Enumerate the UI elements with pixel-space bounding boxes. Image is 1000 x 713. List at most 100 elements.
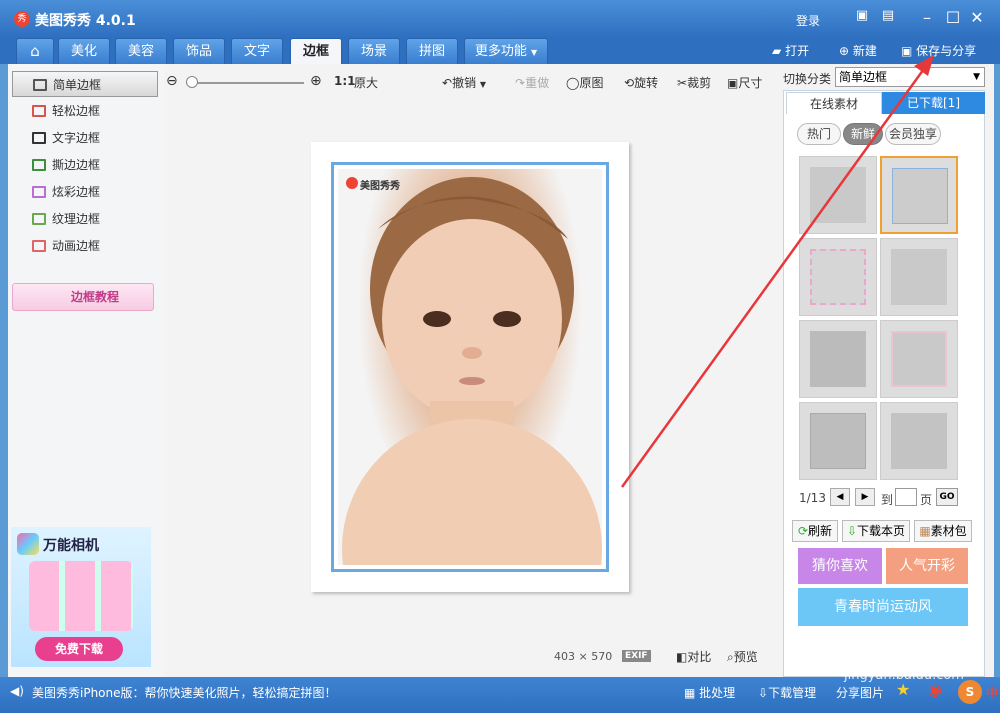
- watermark-logo-icon: [346, 177, 358, 189]
- next-page-button[interactable]: ▶: [855, 488, 875, 506]
- tab-beautify[interactable]: 美化: [58, 38, 110, 64]
- save-icon: ▣: [901, 44, 913, 58]
- download-page-label: 下载本页: [857, 524, 906, 538]
- sidebar-item-animated-frame[interactable]: 动画边框: [12, 233, 158, 259]
- download-manager-button[interactable]: ⇩下载管理: [758, 684, 816, 701]
- sogou-logo-icon[interactable]: S: [958, 680, 982, 704]
- image-height: 570: [591, 650, 613, 663]
- sidebar-item-easy-frame[interactable]: 轻松边框: [12, 98, 158, 124]
- go-button[interactable]: GO: [936, 488, 958, 506]
- circle-icon: ◯: [566, 76, 580, 90]
- sidebar-item-label: 动画边框: [52, 239, 101, 253]
- frame-icon: [32, 105, 46, 117]
- tab-collage[interactable]: 拼图: [406, 38, 458, 64]
- tab-bar: ⌂ 美化 美容 饰品 文字 边框 场景 拼图 更多功能 ▼ ▰ 打开 ⊕ 新建 …: [0, 38, 1000, 64]
- banner-youth-sports[interactable]: 青春时尚运动风: [798, 588, 968, 626]
- frame-icon: [32, 159, 46, 171]
- maximize-icon[interactable]: ☐: [942, 8, 964, 27]
- tab-downloaded[interactable]: 已下载[1]: [882, 92, 985, 114]
- sidebar-item-simple-frame[interactable]: 简单边框: [12, 71, 158, 97]
- minimize-icon[interactable]: –: [916, 8, 938, 27]
- skin-icon[interactable]: ▤: [877, 8, 899, 23]
- undo-label: 撤销: [452, 76, 477, 90]
- sidebar-item-texture-frame[interactable]: 纹理边框: [12, 206, 158, 232]
- login-link[interactable]: 登录: [796, 12, 820, 29]
- banner-popular[interactable]: 人气开彩: [886, 548, 968, 584]
- tab-home[interactable]: ⌂: [16, 38, 54, 64]
- sidebar-item-label: 简单边框: [53, 78, 102, 92]
- frame-thumbnail[interactable]: [799, 238, 877, 316]
- tab-more[interactable]: 更多功能 ▼: [464, 38, 548, 64]
- redo-button[interactable]: ↷重做: [515, 74, 549, 91]
- ime-indicator[interactable]: 中: [986, 684, 998, 701]
- filter-hot[interactable]: 热门: [797, 123, 841, 145]
- crop-label: 裁剪: [687, 76, 712, 90]
- frame-icon: [32, 186, 46, 198]
- ad-photo-collage: [29, 561, 133, 631]
- page-unit-label: 页: [920, 493, 933, 507]
- zoom-slider-handle[interactable]: [186, 76, 198, 88]
- thumbnail-preview: [891, 331, 947, 387]
- save-share-button[interactable]: ▣ 保存与分享: [901, 42, 976, 59]
- filter-fresh[interactable]: 新鲜: [843, 123, 883, 145]
- frame-thumbnail[interactable]: [880, 320, 958, 398]
- banner-guess-you-like[interactable]: 猜你喜欢: [798, 548, 882, 584]
- ad-title: 万能相机: [43, 538, 99, 554]
- chevron-down-icon: ▼: [479, 80, 487, 89]
- frame-thumbnail[interactable]: [799, 402, 877, 480]
- original-button[interactable]: ◯原图: [566, 74, 603, 91]
- open-button[interactable]: ▰ 打开: [772, 42, 809, 59]
- rotate-button[interactable]: ⟲旋转: [624, 74, 658, 91]
- title-bar: [0, 0, 1000, 38]
- app-logo-icon: 秀: [14, 11, 30, 27]
- tab-online-material[interactable]: 在线素材: [786, 92, 882, 114]
- ratio-button[interactable]: 1:1: [334, 74, 356, 88]
- preview-button[interactable]: ⌕预览: [727, 648, 758, 665]
- tab-frame[interactable]: 边框: [290, 38, 342, 64]
- close-icon[interactable]: ✕: [966, 8, 988, 27]
- zoom-out-icon[interactable]: ⊖: [166, 73, 178, 89]
- page-number-input[interactable]: [895, 488, 917, 506]
- redo-label: 重做: [525, 76, 550, 90]
- filter-vip[interactable]: 会员独享: [885, 123, 941, 145]
- exif-button[interactable]: EXIF: [622, 650, 651, 662]
- new-button[interactable]: ⊕ 新建: [839, 42, 877, 59]
- chevron-down-icon: ▼: [973, 72, 980, 82]
- frame-thumbnail[interactable]: [799, 156, 877, 234]
- zoom-in-icon[interactable]: ⊕: [310, 73, 322, 89]
- redo-icon: ↷: [515, 76, 526, 90]
- feedback-icon[interactable]: ▣: [851, 8, 873, 23]
- sidebar-item-colorful-frame[interactable]: 炫彩边框: [12, 179, 158, 205]
- frame-thumbnail[interactable]: [799, 320, 877, 398]
- free-download-button[interactable]: 免费下载: [35, 637, 123, 661]
- thumbnail-preview: [810, 413, 866, 469]
- frame-tutorial-button[interactable]: 边框教程: [12, 283, 154, 311]
- preview-icon: ⌕: [727, 650, 734, 664]
- material-pack-button[interactable]: ▦素材包: [914, 520, 972, 542]
- tab-decor[interactable]: 饰品: [173, 38, 225, 64]
- refresh-button[interactable]: ⟳刷新: [792, 520, 838, 542]
- frame-icon: [32, 213, 46, 225]
- prev-page-button[interactable]: ◀: [830, 488, 850, 506]
- share-picture-button[interactable]: 分享图片: [836, 684, 884, 701]
- switch-category-label: 切换分类: [783, 72, 832, 86]
- sidebar-item-torn-frame[interactable]: 撕边边框: [12, 152, 158, 178]
- crop-button[interactable]: ✂裁剪: [677, 74, 711, 91]
- tab-scene[interactable]: 场景: [348, 38, 400, 64]
- original-size-button[interactable]: 原大: [354, 74, 378, 91]
- frame-thumbnail[interactable]: [880, 156, 958, 234]
- compare-button[interactable]: ◧对比: [676, 648, 711, 665]
- sidebar-item-text-frame[interactable]: 文字边框: [12, 125, 158, 151]
- frame-thumbnail[interactable]: [880, 402, 958, 480]
- frame-thumbnail[interactable]: [880, 238, 958, 316]
- download-page-button[interactable]: ⇩下载本页: [842, 520, 910, 542]
- status-tip[interactable]: 美图秀秀iPhone版：帮你快速美化照片，轻松搞定拼图！: [32, 684, 337, 701]
- tab-text[interactable]: 文字: [231, 38, 283, 64]
- tab-beauty[interactable]: 美容: [115, 38, 167, 64]
- ad-banner[interactable]: 万能相机 免费下载: [11, 527, 151, 667]
- category-select[interactable]: 简单边框 ▼: [835, 67, 985, 87]
- batch-button[interactable]: ▦ 批处理: [684, 684, 735, 701]
- undo-button[interactable]: ↶撤销 ▼: [442, 74, 486, 91]
- zoom-slider[interactable]: [186, 82, 304, 84]
- size-button[interactable]: ▣尺寸: [727, 74, 762, 91]
